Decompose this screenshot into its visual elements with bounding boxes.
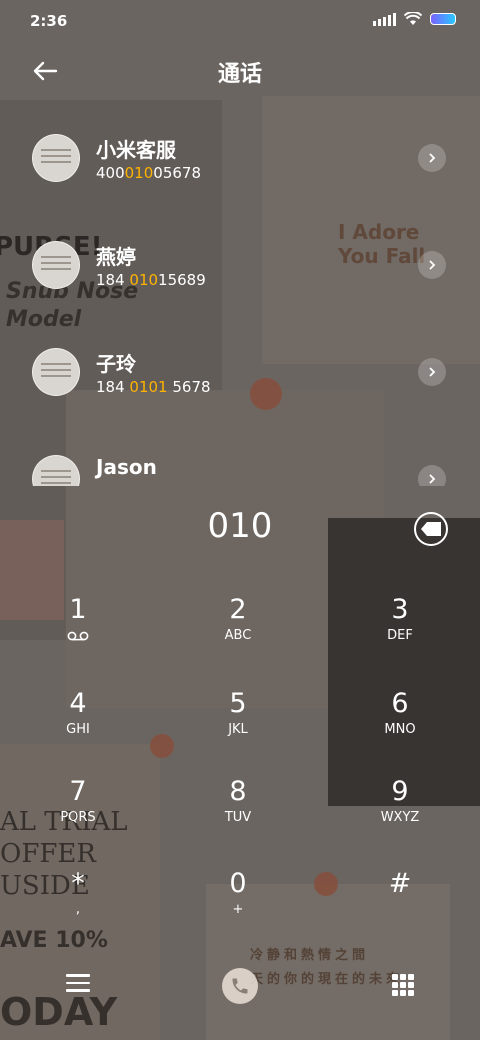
chevron-right-icon [429, 474, 436, 484]
page-title: 通话 [217, 62, 262, 87]
wifi-icon [404, 12, 422, 25]
contact-row[interactable]: 小米客服 40001005678 [0, 108, 480, 208]
battery-icon [430, 13, 456, 25]
keypad-toggle-icon[interactable] [392, 974, 414, 996]
contact-match-list: 小米客服 40001005678 燕婷 184 01015689 子玲 184 … [0, 108, 480, 486]
chevron-right-icon [429, 153, 436, 163]
number-match-highlight: 0101 [129, 378, 168, 396]
chevron-right-icon [429, 260, 436, 270]
contact-name: 燕婷 [96, 245, 136, 269]
status-bar: 2:36 [0, 0, 480, 44]
backspace-icon [421, 522, 441, 536]
dial-input-display: 010 [207, 506, 273, 546]
contact-avatar [32, 348, 80, 396]
contact-row[interactable]: 子玲 184 0101 5678 [0, 322, 480, 422]
contact-row[interactable]: 燕婷 184 01015689 [0, 215, 480, 315]
key-7[interactable]: 7 PQRS [18, 776, 138, 856]
key-4[interactable]: 4 GHI [18, 688, 138, 768]
contact-row[interactable]: Jason [0, 429, 480, 486]
contact-avatar [32, 241, 80, 289]
key-8[interactable]: 8 TUV [178, 776, 298, 856]
number-match-highlight: 010 [124, 164, 154, 182]
call-button[interactable] [222, 968, 258, 1004]
contact-detail-button[interactable] [418, 144, 446, 172]
number-match-highlight: 010 [129, 271, 159, 289]
header: 通话 [0, 44, 480, 100]
key-9[interactable]: 9 WXYZ [340, 776, 460, 856]
signal-icon [373, 12, 396, 26]
key-0[interactable]: 0 + [178, 868, 298, 948]
contact-avatar [32, 134, 80, 182]
key-5[interactable]: 5 JKL [178, 688, 298, 768]
key-star[interactable]: *, [18, 868, 138, 948]
delete-button[interactable] [414, 512, 448, 546]
key-1[interactable]: 1 [18, 594, 138, 674]
key-3[interactable]: 3 DEF [340, 594, 460, 674]
contact-number: 184 0101 5678 [96, 378, 211, 396]
key-6[interactable]: 6 MNO [340, 688, 460, 768]
contact-name: 子玲 [96, 352, 136, 376]
contact-number: 184 01015689 [96, 271, 206, 289]
key-hash[interactable]: # [340, 868, 460, 948]
contact-name: Jason [96, 455, 157, 479]
menu-icon[interactable] [66, 974, 90, 994]
contact-detail-button[interactable] [418, 358, 446, 386]
status-time: 2:36 [30, 12, 68, 30]
chevron-right-icon [429, 367, 436, 377]
contact-name: 小米客服 [96, 138, 176, 162]
contact-avatar [32, 455, 80, 486]
contact-detail-button[interactable] [418, 465, 446, 486]
contact-detail-button[interactable] [418, 251, 446, 279]
contact-number: 40001005678 [96, 164, 201, 182]
dialer-bottom-bar [0, 960, 480, 1016]
key-2[interactable]: 2 ABC [178, 594, 298, 674]
voicemail-icon [67, 631, 89, 641]
phone-icon [232, 978, 248, 994]
